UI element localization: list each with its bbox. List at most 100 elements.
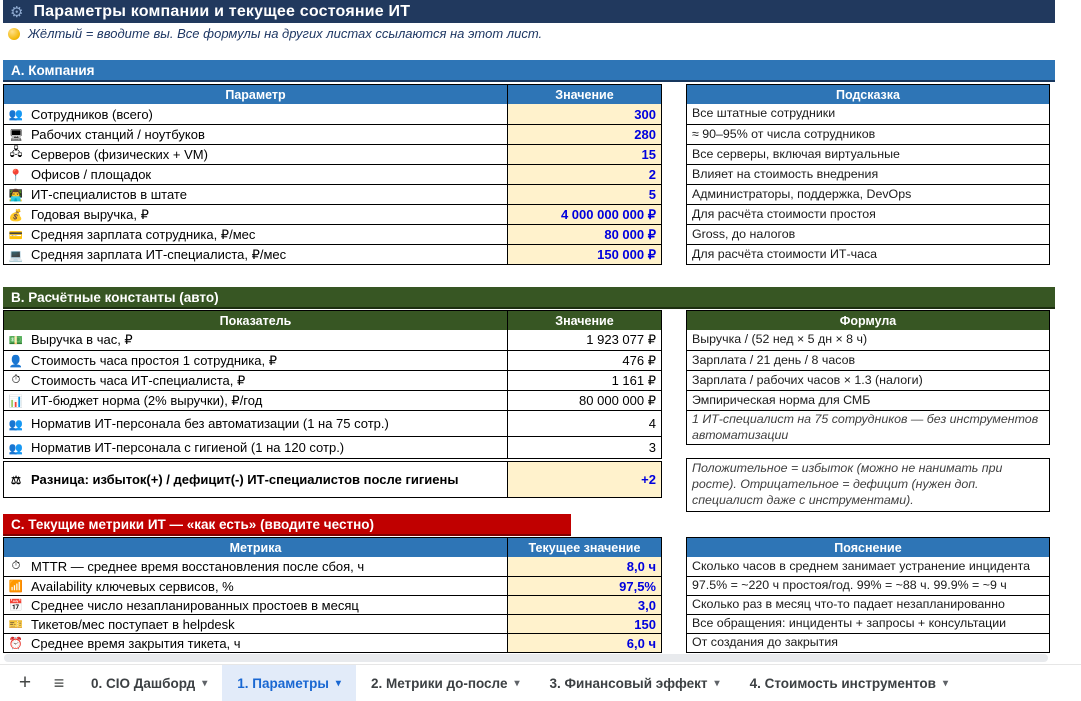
result-hint-cell[interactable]: Положительное = избыток (можно не нанима… xyxy=(686,458,1050,512)
table-row: ⏰ Среднее время закрытия тикета, ч 6,0 ч xyxy=(4,633,661,652)
table-row: 👥 Норматив ИТ-персонала без автоматизации… xyxy=(4,410,661,436)
tab-label: 4. Стоимость инструментов xyxy=(749,675,936,691)
value-cell-mttr[interactable]: 8,0 ч xyxy=(508,557,661,576)
param-label: Серверов (физических + VM) xyxy=(31,147,208,162)
hint-cell[interactable]: Все серверы, включая виртуальные xyxy=(687,144,1049,164)
hint-cell[interactable]: Все штатные сотрудники xyxy=(687,104,1049,124)
location-pin-icon: 📍 xyxy=(8,169,24,182)
param-label: Норматив ИТ-персонала с гигиеной (1 на 1… xyxy=(31,440,345,455)
section-b-header: B. Расчётные константы (авто) xyxy=(3,287,1055,309)
param-label: Выручка в час, ₽ xyxy=(31,332,133,347)
param-cell-revenue-per-hour[interactable]: 💵 Выручка в час, ₽ xyxy=(4,330,508,350)
formula-cell[interactable]: Зарплата / рабочих часов × 1.3 (налоги) xyxy=(687,370,1049,390)
col-header-indicator: Показатель xyxy=(4,311,508,330)
hint-cell[interactable]: От создания до закрытия xyxy=(687,633,1049,652)
col-header-explanation: Пояснение xyxy=(687,538,1049,557)
table-row: 👤 Стоимость часа простоя 1 сотрудника, ₽ … xyxy=(4,350,661,370)
param-cell-revenue[interactable]: 💰 Годовая выручка, ₽ xyxy=(4,205,508,224)
tab-parameters[interactable]: 1. Параметры ▾ xyxy=(222,665,356,701)
hint-cell[interactable]: Сколько часов в среднем занимает устране… xyxy=(687,557,1049,576)
param-cell-outages[interactable]: 📅 Среднее число незапланированных простое… xyxy=(4,596,508,614)
section-c-column-headers: Метрика Текущее значение xyxy=(4,538,661,557)
value-cell-difference[interactable]: +2 xyxy=(508,462,661,497)
tab-metrics-before-after[interactable]: 2. Метрики до-после ▾ xyxy=(356,665,535,701)
param-label: Тикетов/мес поступает в helpdesk xyxy=(31,616,235,632)
value-cell-revenue[interactable]: 4 000 000 000 ₽ xyxy=(508,205,661,224)
param-cell-ticket-close-time[interactable]: ⏰ Среднее время закрытия тикета, ч xyxy=(4,634,508,652)
param-cell-downtime-cost[interactable]: 👤 Стоимость часа простоя 1 сотрудника, ₽ xyxy=(4,351,508,370)
value-cell-revenue-per-hour[interactable]: 1 923 077 ₽ xyxy=(508,330,661,350)
param-cell-it-hour-cost[interactable]: ⏱ Стоимость часа ИТ-специалиста, ₽ xyxy=(4,371,508,390)
param-label: ИТ-бюджет норма (2% выручки), ₽/год xyxy=(31,392,263,408)
table-row: 💻 Средняя зарплата ИТ-специалиста, ₽/мес … xyxy=(4,244,661,264)
stopwatch-icon: ⏱ xyxy=(11,374,21,386)
value-cell-it-staff[interactable]: 5 xyxy=(508,185,661,204)
hint-cell[interactable]: Сколько раз в месяц что-то падает незапл… xyxy=(687,595,1049,614)
formula-cell[interactable]: 1 ИТ-специалист на 75 сотрудников — без … xyxy=(687,410,1049,444)
formula-cell[interactable]: Эмпирическая норма для СМБ xyxy=(687,390,1049,410)
all-sheets-menu-button[interactable]: ≡ xyxy=(42,665,76,701)
param-label: Средняя зарплата ИТ-специалиста, ₽/мес xyxy=(31,246,287,262)
table-row: ⏱ MTTR — среднее время восстановления пос… xyxy=(4,557,661,576)
param-cell-it-salary[interactable]: 💻 Средняя зарплата ИТ-специалиста, ₽/мес xyxy=(4,245,508,264)
param-cell-servers[interactable]: 🖧 Серверов (физических + VM) xyxy=(4,145,508,164)
value-cell-workstations[interactable]: 280 xyxy=(508,125,661,144)
value-cell-offices[interactable]: 2 xyxy=(508,165,661,184)
hint-cell[interactable]: Gross, до налогов xyxy=(687,224,1049,244)
people-icon: 👥 xyxy=(8,442,24,455)
hint-cell[interactable]: 97.5% = ~220 ч простоя/год. 99% = ~88 ч.… xyxy=(687,576,1049,595)
value-cell-tickets[interactable]: 150 xyxy=(508,615,661,633)
value-cell-it-hour-cost[interactable]: 1 161 ₽ xyxy=(508,371,661,390)
section-a-table: Параметр Значение 👥 Сотрудников (всего) 3… xyxy=(3,84,662,265)
tab-financial-effect[interactable]: 3. Финансовый эффект ▾ xyxy=(534,665,734,701)
chevron-down-icon[interactable]: ▾ xyxy=(202,678,207,689)
table-row: 💵 Выручка в час, ₽ 1 923 077 ₽ xyxy=(4,330,661,350)
add-sheet-button[interactable]: + xyxy=(8,665,42,701)
section-a-header: А. Компания xyxy=(3,60,1055,82)
hint-cell[interactable]: Администраторы, поддержка, DevOps xyxy=(687,184,1049,204)
value-cell-it-salary[interactable]: 150 000 ₽ xyxy=(508,245,661,264)
value-cell-outages[interactable]: 3,0 xyxy=(508,596,661,614)
param-cell-staff-norm[interactable]: 👥 Норматив ИТ-персонала без автоматизации… xyxy=(4,411,508,436)
hint-cell[interactable]: Все обращения: инциденты + запросы + кон… xyxy=(687,614,1049,633)
formula-cell[interactable]: Зарплата / 21 день / 8 часов xyxy=(687,350,1049,370)
chevron-down-icon[interactable]: ▾ xyxy=(336,678,341,689)
tab-tools-cost[interactable]: 4. Стоимость инструментов ▾ xyxy=(735,665,963,701)
value-cell-avg-salary[interactable]: 80 000 ₽ xyxy=(508,225,661,244)
formula-cell[interactable]: Выручка / (52 нед × 5 дн × 8 ч) xyxy=(687,330,1049,350)
chevron-down-icon[interactable]: ▾ xyxy=(943,678,948,689)
chevron-down-icon[interactable]: ▾ xyxy=(715,678,720,689)
value-cell-downtime-cost[interactable]: 476 ₽ xyxy=(508,351,661,370)
tab-label: 1. Параметры xyxy=(237,675,329,691)
section-b-title: B. Расчётные константы (авто) xyxy=(11,289,219,305)
hint-cell[interactable]: ≈ 90–95% от числа сотрудников xyxy=(687,124,1049,144)
param-cell-mttr[interactable]: ⏱ MTTR — среднее время восстановления пос… xyxy=(4,557,508,576)
param-cell-it-staff[interactable]: 👨‍💻 ИТ-специалистов в штате xyxy=(4,185,508,204)
horizontal-scrollbar[interactable] xyxy=(4,654,1048,662)
table-row: 👥 Сотрудников (всего) 300 xyxy=(4,104,661,124)
param-cell-offices[interactable]: 📍 Офисов / площадок xyxy=(4,165,508,184)
value-cell-servers[interactable]: 15 xyxy=(508,145,661,164)
param-cell-workstations[interactable]: 🖥 Рабочих станций / ноутбуков xyxy=(4,125,508,144)
value-cell-employees[interactable]: 300 xyxy=(508,104,661,124)
value-cell-staff-norm-hygiene[interactable]: 3 xyxy=(508,437,661,458)
tab-cio-dashboard[interactable]: 0. CIO Дашборд ▾ xyxy=(76,665,222,701)
hint-cell[interactable]: Для расчёта стоимости ИТ-часа xyxy=(687,244,1049,264)
hint-cell[interactable]: Для расчёта стоимости простоя xyxy=(687,204,1049,224)
value-cell-staff-norm[interactable]: 4 xyxy=(508,411,661,436)
param-cell-tickets[interactable]: 🎫 Тикетов/мес поступает в helpdesk xyxy=(4,615,508,633)
param-cell-availability[interactable]: 📶 Availability ключевых сервисов, % xyxy=(4,577,508,595)
param-label: Стоимость часа простоя 1 сотрудника, ₽ xyxy=(31,352,277,368)
hint-cell[interactable]: Влияет на стоимость внедрения xyxy=(687,164,1049,184)
chevron-down-icon[interactable]: ▾ xyxy=(514,678,519,689)
param-label: MTTR — среднее время восстановления посл… xyxy=(31,559,365,574)
param-cell-difference[interactable]: ⚖ Разница: избыток(+) / дефицит(-) ИТ-спе… xyxy=(4,462,508,497)
param-cell-employees[interactable]: 👥 Сотрудников (всего) xyxy=(4,104,508,124)
param-cell-staff-norm-hygiene[interactable]: 👥 Норматив ИТ-персонала с гигиеной (1 на … xyxy=(4,437,508,458)
param-cell-it-budget[interactable]: 📊 ИТ-бюджет норма (2% выручки), ₽/год xyxy=(4,391,508,410)
value-cell-it-budget[interactable]: 80 000 000 ₽ xyxy=(508,391,661,410)
param-cell-avg-salary[interactable]: 💳 Средняя зарплата сотрудника, ₽/мес xyxy=(4,225,508,244)
value-cell-availability[interactable]: 97,5% xyxy=(508,577,661,595)
value-cell-ticket-close-time[interactable]: 6,0 ч xyxy=(508,634,661,652)
section-a-column-headers: Параметр Значение xyxy=(4,85,661,104)
